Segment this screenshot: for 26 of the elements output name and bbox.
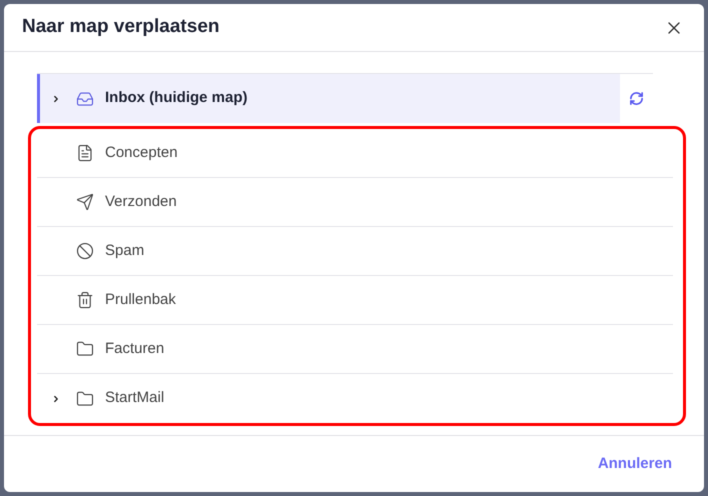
- folder-label: StartMail: [105, 388, 164, 408]
- folder-row[interactable]: Spam: [37, 227, 673, 276]
- chevron-icon[interactable]: [51, 94, 61, 104]
- folder-icon: [76, 390, 94, 408]
- folder-label: Concepten: [105, 142, 178, 163]
- folder-icon: [76, 340, 94, 358]
- cancel-button[interactable]: Annuleren: [598, 452, 672, 476]
- folder-row[interactable]: Verzonden: [37, 178, 673, 227]
- folder-row[interactable]: StartMail: [37, 374, 673, 423]
- folder-row[interactable]: Facturen: [37, 325, 673, 374]
- trash-icon: [76, 291, 94, 309]
- folder-label: Verzonden: [105, 192, 177, 212]
- dialog-title: Naar map verplaatsen: [22, 15, 220, 40]
- paper-plane-icon: [76, 193, 94, 211]
- refresh-icon[interactable]: [629, 91, 644, 106]
- document-icon: [76, 144, 94, 162]
- folder-row[interactable]: Prullenbak: [37, 276, 673, 325]
- folder-label: Prullenbak: [105, 290, 176, 310]
- prohibited-icon: [76, 242, 94, 260]
- chevron-icon[interactable]: [51, 394, 61, 404]
- inbox-icon: [76, 90, 94, 108]
- folder-label: Facturen: [105, 338, 164, 359]
- folder-label: Inbox (huidige map): [105, 88, 248, 108]
- folder-row[interactable]: Concepten: [37, 129, 673, 178]
- folder-label: Spam: [105, 240, 144, 261]
- current-folder-row[interactable]: Inbox (huidige map): [37, 74, 620, 123]
